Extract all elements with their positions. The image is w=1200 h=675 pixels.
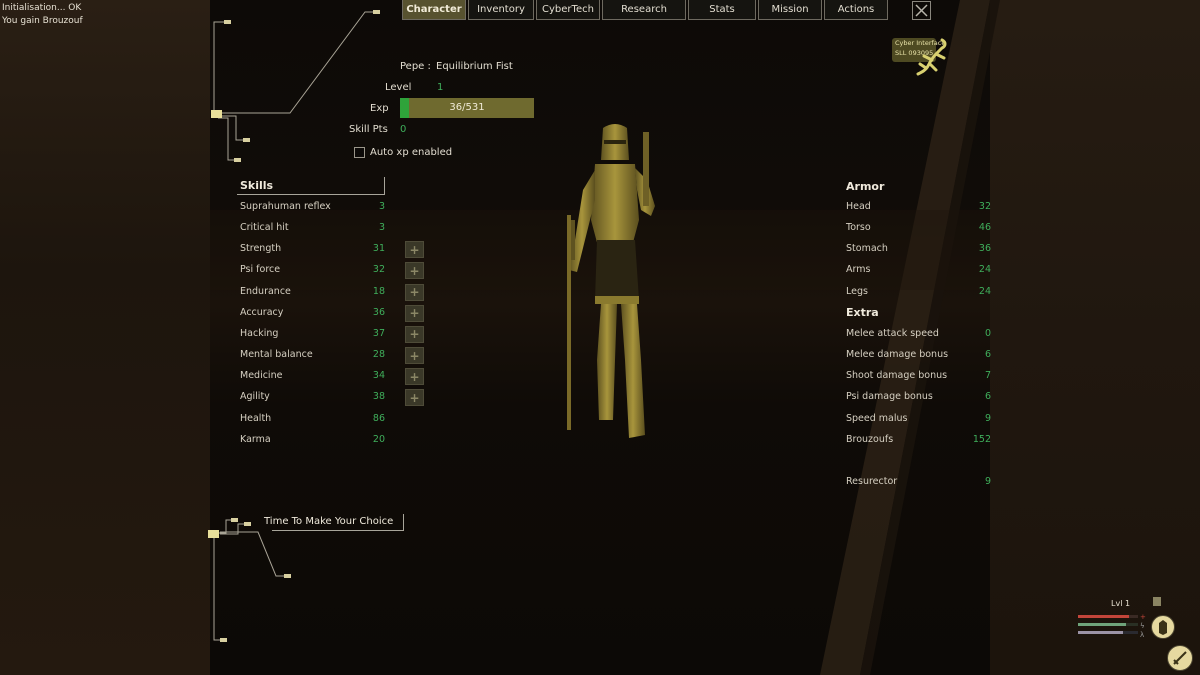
extra-value: 9	[984, 412, 991, 424]
tab-mission[interactable]: Mission	[758, 0, 822, 20]
tab-research[interactable]: Research	[602, 0, 686, 20]
skill-label: Psi force	[240, 264, 281, 276]
skill-plus-button[interactable]: +	[405, 347, 424, 365]
armor-value: 32	[978, 201, 991, 212]
cyber-interface-badge[interactable]: Cyber Interface SLL 093095	[892, 36, 954, 78]
armor-title: Armor	[846, 180, 885, 193]
tab-actions[interactable]: Actions	[824, 0, 888, 20]
extra-label: Melee damage bonus	[846, 349, 949, 361]
exp-bar: 36/531	[400, 98, 534, 118]
armor-value: 36	[978, 243, 991, 255]
extra-value: 7	[984, 370, 991, 382]
health-bar	[1078, 615, 1129, 618]
hud-bars: + ϟ λ	[1078, 613, 1146, 639]
extra-label: Speed malus	[846, 412, 908, 424]
skill-label: Hacking	[240, 327, 279, 339]
skill-value: 38	[372, 391, 385, 403]
skill-value: 3	[378, 201, 385, 212]
extra-value: 0	[984, 328, 991, 339]
skill-label: Agility	[240, 391, 270, 403]
armor-value: 46	[978, 222, 991, 234]
armor-label: Legs	[846, 285, 868, 297]
extra-value: 6	[984, 391, 991, 403]
armor-label: Stomach	[846, 243, 888, 255]
svg-text:+: +	[1140, 613, 1146, 621]
sword-icon	[1173, 651, 1187, 665]
character-name: Pepe :	[400, 61, 431, 72]
skill-plus-button[interactable]: +	[405, 389, 424, 407]
skill-label: Mental balance	[240, 349, 313, 361]
skill-plus-button[interactable]: +	[405, 283, 424, 301]
skill-label: Endurance	[240, 285, 291, 297]
skill-value: 18	[372, 285, 385, 297]
hud-level: Lvl 1	[1111, 599, 1131, 608]
extra-label: Melee attack speed	[846, 328, 939, 339]
armor-label: Torso	[846, 222, 871, 234]
armor-value: 24	[978, 264, 991, 276]
hud-level-marker	[1153, 597, 1161, 606]
skill-pts-label: Skill Pts	[349, 124, 388, 135]
energy-bar	[1078, 623, 1126, 626]
close-button[interactable]	[912, 1, 931, 20]
svg-text:ϟ: ϟ	[1140, 622, 1145, 630]
exp-label: Exp	[370, 103, 389, 114]
skill-pts-value: 0	[400, 124, 407, 135]
extra-title: Extra	[846, 306, 879, 319]
character-portrait-button[interactable]	[1151, 615, 1175, 639]
skill-value: 28	[372, 349, 385, 361]
skill-value: 3	[378, 222, 385, 234]
skills-title: Skills	[240, 179, 274, 192]
tab-bar: Character Inventory CyberTech Research S…	[402, 0, 890, 20]
stamina-bar	[1078, 631, 1123, 634]
skill-plus-button[interactable]: +	[405, 241, 424, 259]
character-model	[567, 124, 655, 438]
tab-inventory[interactable]: Inventory	[468, 0, 534, 20]
extra-label: Brouzoufs	[846, 433, 894, 445]
skill-value: 34	[372, 370, 385, 382]
skill-label: Suprahuman reflex	[240, 201, 331, 212]
skill-plus-button[interactable]: +	[405, 304, 424, 322]
extra-label: Psi damage bonus	[846, 391, 933, 403]
armor-value: 24	[978, 285, 991, 297]
auto-xp-label: Auto xp enabled	[370, 147, 453, 158]
skill-label: Strength	[240, 243, 282, 255]
weapon-button[interactable]	[1167, 645, 1193, 671]
character-portrait-icon	[1159, 620, 1167, 635]
skill-label: Critical hit	[240, 222, 289, 234]
skill-label: Medicine	[240, 370, 283, 382]
exp-bar-text: 36/531	[449, 102, 485, 113]
tab-cybertech[interactable]: CyberTech	[536, 0, 600, 20]
skill-value: 31	[372, 243, 385, 255]
extra-value: 6	[984, 349, 991, 361]
extra-label: Shoot damage bonus	[846, 370, 948, 382]
svg-text:λ: λ	[1140, 631, 1144, 639]
level-value: 1	[437, 82, 444, 93]
armor-label: Arms	[846, 264, 871, 276]
skill-label: Health	[240, 412, 272, 424]
skill-plus-button[interactable]: +	[405, 262, 424, 280]
make-your-choice-label: Time To Make Your Choice	[264, 516, 394, 527]
skill-value: 32	[372, 264, 385, 276]
level-label: Level	[385, 82, 412, 93]
gecko-icon	[916, 38, 947, 76]
armor-label: Head	[846, 201, 871, 212]
tab-character[interactable]: Character	[402, 0, 466, 20]
skill-value: 36	[372, 306, 385, 318]
make-your-choice-button[interactable]: Time To Make Your Choice	[264, 514, 404, 531]
skill-plus-button[interactable]: +	[405, 368, 424, 386]
skill-value: 20	[372, 433, 385, 445]
skill-label: Karma	[240, 433, 271, 445]
extra-value: 152	[972, 433, 991, 445]
skill-value: 37	[372, 327, 385, 339]
skill-label: Accuracy	[240, 306, 284, 318]
skill-plus-button[interactable]: +	[405, 325, 424, 343]
close-icon	[915, 4, 928, 17]
skill-value: 86	[372, 412, 385, 424]
resurrector-value: 9	[984, 476, 991, 487]
auto-xp-checkbox[interactable]	[354, 147, 365, 158]
resurrector-label: Resurector	[846, 476, 898, 487]
tab-stats[interactable]: Stats	[688, 0, 756, 20]
fighting-style: Equilibrium Fist	[436, 61, 513, 72]
